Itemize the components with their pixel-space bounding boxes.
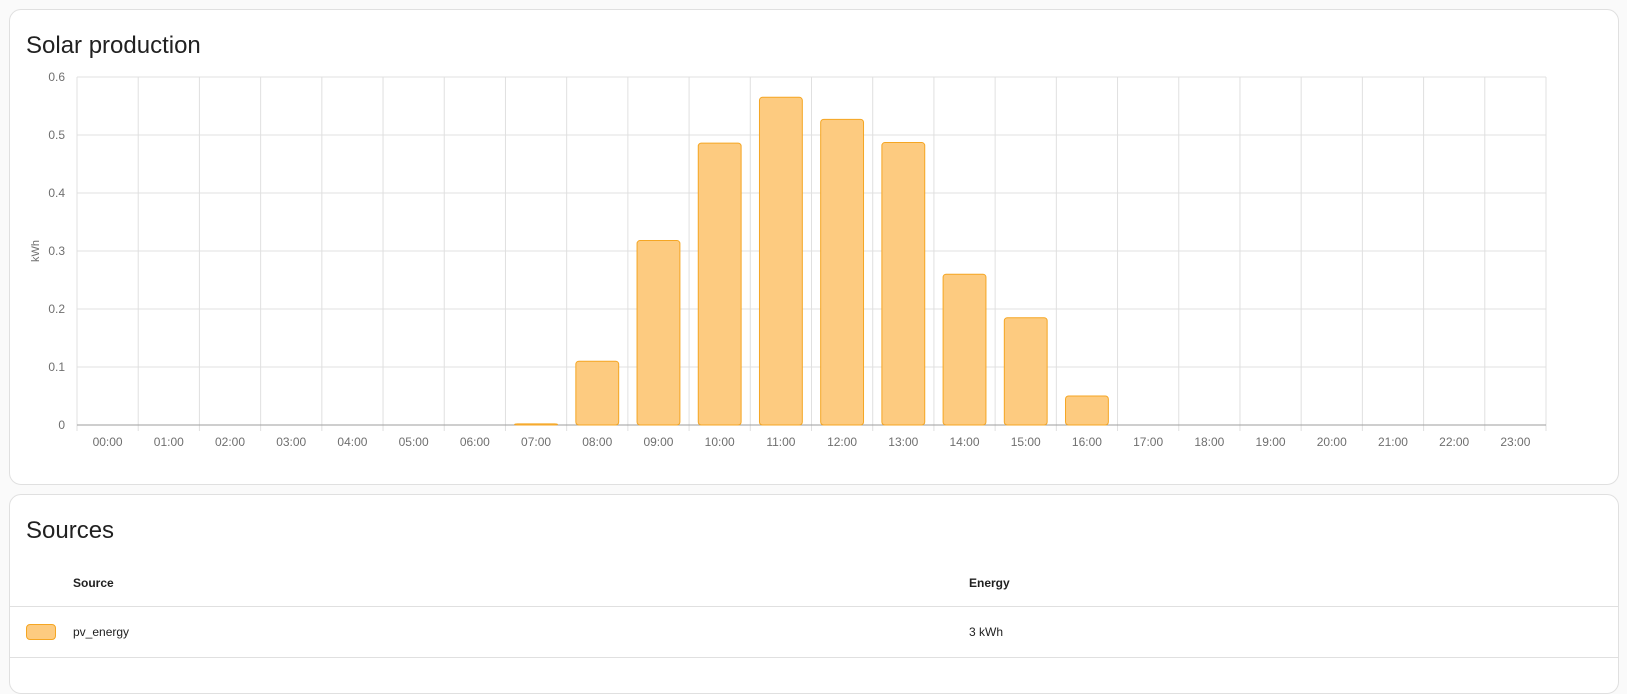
table-row: pv_energy 3 kWh	[10, 607, 1618, 658]
solar-production-chart: 0 0.1 0.2 0.3 0.4 0.5 0.6 00:00 01:00 02:00 03:00 0…	[30, 70, 1547, 449]
source-color-swatch	[26, 624, 56, 640]
x-tick-label: 07:00	[521, 435, 551, 449]
bar	[1065, 395, 1109, 426]
bar	[514, 423, 558, 426]
bar	[881, 142, 926, 426]
source-energy: 3 kWh	[969, 625, 1004, 639]
x-tick-label: 11:00	[766, 435, 795, 449]
x-tick-label: 17:00	[1133, 435, 1163, 449]
x-tick-label: 03:00	[276, 435, 306, 449]
y-axis-title: kWh	[30, 240, 42, 262]
x-tick-label: 09:00	[643, 435, 673, 449]
x-tick-label: 10:00	[705, 435, 735, 449]
x-tick-label: 16:00	[1072, 435, 1102, 449]
x-tick-label: 19:00	[1256, 435, 1286, 449]
bar	[942, 273, 987, 426]
x-tick-label: 06:00	[460, 435, 490, 449]
x-tick-label: 23:00	[1500, 435, 1530, 449]
y-tick-label: 0.6	[48, 70, 65, 84]
bar	[758, 96, 803, 426]
x-tick-label: 20:00	[1317, 435, 1347, 449]
x-tick-label: 18:00	[1194, 435, 1224, 449]
bar	[636, 240, 681, 426]
x-tick-label: 12:00	[827, 435, 857, 449]
y-tick-label: 0.1	[48, 360, 65, 374]
y-tick-label: 0.4	[48, 186, 65, 200]
y-tick-label: 0.3	[48, 244, 65, 258]
table-header: Source Energy	[10, 561, 1618, 607]
x-tick-label: 05:00	[399, 435, 429, 449]
x-tick-label: 08:00	[582, 435, 612, 449]
source-name: pv_energy	[73, 625, 130, 639]
bar	[697, 142, 742, 426]
bar	[820, 118, 865, 426]
y-tick-label: 0.2	[48, 302, 65, 316]
card-title: Sources	[26, 517, 115, 544]
x-tick-label: 15:00	[1011, 435, 1041, 449]
x-tick-label: 00:00	[93, 435, 123, 449]
x-tick-label: 01:00	[154, 435, 184, 449]
bar	[1003, 317, 1048, 426]
column-header-source[interactable]: Source	[73, 561, 114, 606]
x-tick-label: 14:00	[950, 435, 980, 449]
bar	[575, 360, 620, 426]
column-header-energy[interactable]: Energy	[969, 561, 1010, 606]
y-tick-label: 0	[58, 418, 65, 432]
x-tick-label: 02:00	[215, 435, 245, 449]
x-tick-label: 22:00	[1439, 435, 1469, 449]
x-tick-label: 13:00	[888, 435, 918, 449]
x-tick-label: 04:00	[337, 435, 367, 449]
solar-production-card: Solar production 0 0.1 0.2 0.3 0.4 0.5 0.6 00:0…	[9, 9, 1619, 485]
y-tick-label: 0.5	[48, 128, 65, 142]
x-tick-label: 21:00	[1378, 435, 1408, 449]
sources-card: Sources Source Energy pv_energy 3 kWh	[9, 494, 1619, 694]
